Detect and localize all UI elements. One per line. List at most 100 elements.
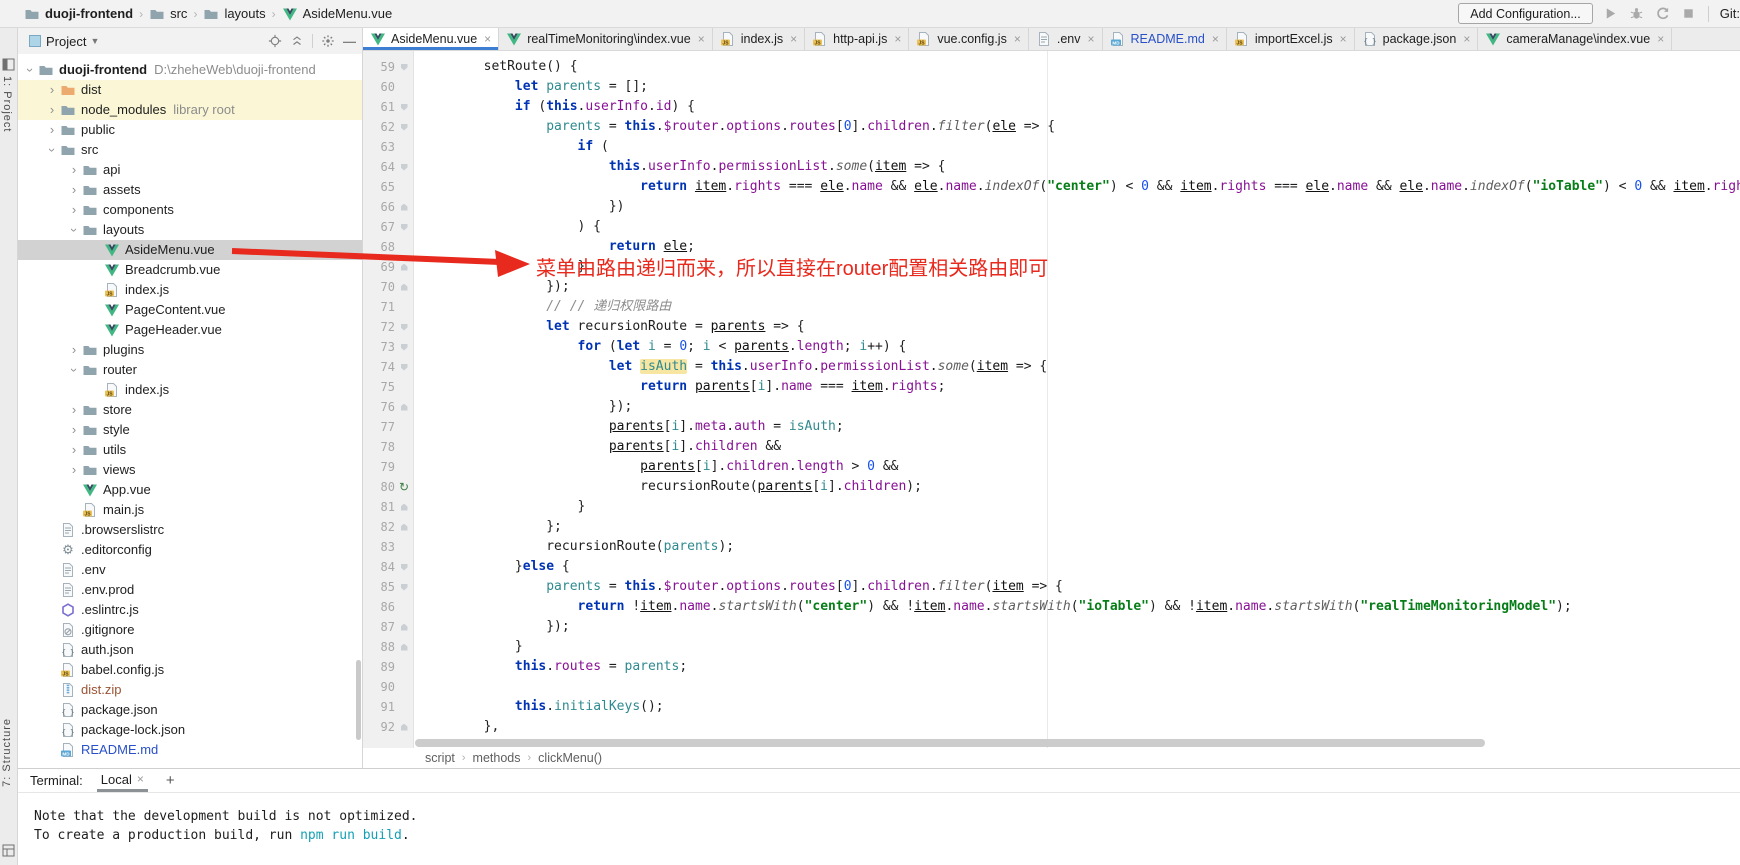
- terminal-tab-local[interactable]: Local ×: [97, 769, 148, 792]
- code-breadcrumb-script[interactable]: script: [425, 751, 455, 765]
- editor-tab-importexcel-js[interactable]: JSimportExcel.js×: [1227, 28, 1355, 50]
- fold-marker-icon[interactable]: [401, 404, 408, 411]
- horizontal-scrollbar[interactable]: [415, 739, 1485, 747]
- chevron-collapsed-icon[interactable]: ›: [44, 80, 60, 100]
- close-icon[interactable]: ×: [698, 32, 705, 46]
- debug-icon[interactable]: [1628, 5, 1645, 22]
- tree-item-components[interactable]: ›components: [18, 200, 362, 220]
- tree-item-pagecontent-vue[interactable]: PageContent.vue: [18, 300, 362, 320]
- fold-marker-icon[interactable]: [401, 644, 408, 651]
- tree-item-gitignore[interactable]: .gitignore: [18, 620, 362, 640]
- tree-item-main-js[interactable]: JSmain.js: [18, 500, 362, 520]
- run-icon[interactable]: [1602, 5, 1619, 22]
- chevron-collapsed-icon[interactable]: ›: [66, 200, 82, 220]
- breadcrumb-item-duoji-frontend[interactable]: duoji-frontend: [24, 6, 133, 22]
- tree-item-node-modules[interactable]: ›node_moduleslibrary root: [18, 100, 362, 120]
- collapse-all-icon[interactable]: [290, 34, 304, 48]
- hide-panel-icon[interactable]: —: [343, 34, 356, 49]
- chevron-expanded-icon[interactable]: ›: [42, 142, 62, 158]
- editor-tab-package-json[interactable]: { }package.json×: [1355, 28, 1479, 50]
- tree-item-views[interactable]: ›views: [18, 460, 362, 480]
- fold-marker-icon[interactable]: [401, 224, 408, 231]
- tree-item-store[interactable]: ›store: [18, 400, 362, 420]
- tree-item-dist-zip[interactable]: dist.zip: [18, 680, 362, 700]
- fold-marker-icon[interactable]: [401, 344, 408, 351]
- profiler-icon[interactable]: [1654, 5, 1671, 22]
- tree-item-package-lock-json[interactable]: { }package-lock.json: [18, 720, 362, 740]
- chevron-collapsed-icon[interactable]: ›: [66, 160, 82, 180]
- fold-marker-icon[interactable]: [401, 64, 408, 71]
- close-icon[interactable]: ×: [1212, 32, 1219, 46]
- fold-marker-icon[interactable]: [401, 124, 408, 131]
- editor-tab-vue-config-js[interactable]: JSvue.config.js×: [909, 28, 1029, 50]
- chevron-collapsed-icon[interactable]: ›: [44, 100, 60, 120]
- tree-item-style[interactable]: ›style: [18, 420, 362, 440]
- close-icon[interactable]: ×: [1340, 32, 1347, 46]
- close-icon[interactable]: ×: [137, 772, 144, 786]
- locate-icon[interactable]: [268, 34, 282, 48]
- editor-tab-http-api-js[interactable]: JShttp-api.js×: [805, 28, 909, 50]
- project-tree-scrollbar[interactable]: [356, 660, 361, 740]
- fold-marker-icon[interactable]: [401, 324, 408, 331]
- plus-icon[interactable]: +: [162, 772, 179, 789]
- tree-item-duoji-frontend[interactable]: ›duoji-frontendD:\zheheWeb\duoji-fronten…: [18, 60, 362, 80]
- fold-marker-icon[interactable]: [401, 724, 408, 731]
- tree-item-breadcrumb-vue[interactable]: Breadcrumb.vue: [18, 260, 362, 280]
- fold-marker-icon[interactable]: [401, 264, 408, 271]
- fold-marker-icon[interactable]: [401, 364, 408, 371]
- tree-item-pageheader-vue[interactable]: PageHeader.vue: [18, 320, 362, 340]
- chevron-collapsed-icon[interactable]: ›: [66, 420, 82, 440]
- tree-item-dist[interactable]: ›dist: [18, 80, 362, 100]
- close-icon[interactable]: ×: [1657, 32, 1664, 46]
- tree-item-app-vue[interactable]: App.vue: [18, 480, 362, 500]
- terminal-output[interactable]: Note that the development build is not o…: [18, 793, 1740, 845]
- tree-item-layouts[interactable]: ›layouts: [18, 220, 362, 240]
- chevron-collapsed-icon[interactable]: ›: [44, 120, 60, 140]
- tree-item-auth-json[interactable]: { }auth.json: [18, 640, 362, 660]
- editor-tab-asidemenu-vue[interactable]: AsideMenu.vue×: [363, 28, 499, 50]
- add-configuration-button[interactable]: Add Configuration...: [1458, 3, 1593, 24]
- tree-item-env-prod[interactable]: .env.prod: [18, 580, 362, 600]
- fold-marker-icon[interactable]: [401, 524, 408, 531]
- breadcrumb-item-asidemenu-vue[interactable]: AsideMenu.vue: [282, 6, 393, 22]
- chevron-expanded-icon[interactable]: ›: [64, 362, 84, 378]
- tree-item-readme-md[interactable]: MDREADME.md: [18, 740, 362, 760]
- tree-item-env[interactable]: .env: [18, 560, 362, 580]
- tree-item-index-js[interactable]: JSindex.js: [18, 380, 362, 400]
- tree-item-assets[interactable]: ›assets: [18, 180, 362, 200]
- editor-tab-cameramanage-index-vue[interactable]: cameraManage\index.vue×: [1478, 28, 1672, 50]
- fold-marker-icon[interactable]: [401, 284, 408, 291]
- close-icon[interactable]: ×: [1014, 32, 1021, 46]
- chevron-expanded-icon[interactable]: ›: [20, 62, 40, 78]
- tree-item-router[interactable]: ›router: [18, 360, 362, 380]
- tree-item-babel-config-js[interactable]: JSbabel.config.js: [18, 660, 362, 680]
- tree-item-browserslistrc[interactable]: .browserslistrc: [18, 520, 362, 540]
- tree-item-index-js[interactable]: JSindex.js: [18, 280, 362, 300]
- chevron-expanded-icon[interactable]: ›: [64, 222, 84, 238]
- chevron-collapsed-icon[interactable]: ›: [66, 440, 82, 460]
- tool-window-structure-label[interactable]: 7: Structure: [1, 718, 13, 787]
- breadcrumb-item-layouts[interactable]: layouts: [203, 6, 265, 22]
- close-icon[interactable]: ×: [894, 32, 901, 46]
- tool-window-project-label[interactable]: 1: Project: [1, 76, 13, 132]
- close-icon[interactable]: ×: [1087, 32, 1094, 46]
- close-icon[interactable]: ×: [484, 32, 491, 46]
- stop-icon[interactable]: [1680, 5, 1697, 22]
- structure-tool-window-icon[interactable]: [2, 844, 15, 857]
- settings-icon[interactable]: [321, 34, 335, 48]
- tree-item-public[interactable]: ›public: [18, 120, 362, 140]
- tree-item-editorconfig[interactable]: ⚙.editorconfig: [18, 540, 362, 560]
- chevron-collapsed-icon[interactable]: ›: [66, 460, 82, 480]
- tree-item-src[interactable]: ›src: [18, 140, 362, 160]
- editor-tab-readme-md[interactable]: MDREADME.md×: [1103, 28, 1227, 50]
- fold-marker-icon[interactable]: [401, 164, 408, 171]
- code-editor[interactable]: 59 setRoute() {60 let parents = [];61 if…: [363, 51, 1740, 748]
- code-breadcrumb-methods[interactable]: methods: [473, 751, 521, 765]
- chevron-collapsed-icon[interactable]: ›: [66, 340, 82, 360]
- editor-tab-realtimemonitoring-index-vue[interactable]: realTimeMonitoring\index.vue×: [499, 28, 713, 50]
- fold-marker-icon[interactable]: [401, 564, 408, 571]
- project-view-selector[interactable]: Project ▼: [28, 34, 99, 49]
- tree-item-package-json[interactable]: { }package.json: [18, 700, 362, 720]
- code-breadcrumb-clickmenu[interactable]: clickMenu(): [538, 751, 602, 765]
- chevron-collapsed-icon[interactable]: ›: [66, 400, 82, 420]
